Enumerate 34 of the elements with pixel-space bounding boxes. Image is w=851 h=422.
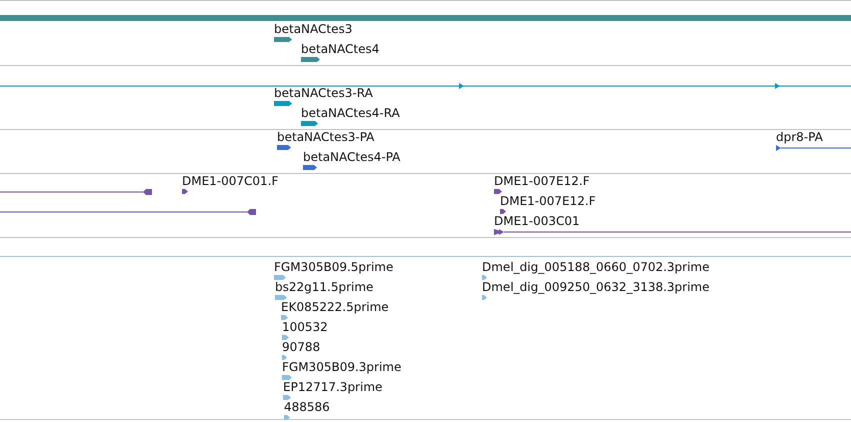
feature-label: betaNACtes3-RA: [274, 86, 373, 100]
feature-label: EK085222.5prime: [281, 300, 389, 314]
feature-arrow[interactable]: [274, 101, 292, 106]
feature-label: 488586: [284, 400, 330, 414]
feature-arrow[interactable]: [274, 37, 292, 42]
feature-arrow[interactable]: [277, 145, 291, 150]
feature-arrow[interactable]: [301, 121, 318, 126]
feature-arrow[interactable]: [494, 189, 502, 194]
feature-arrow[interactable]: [182, 189, 188, 194]
feature-label: 100532: [282, 320, 328, 334]
feature-label: betaNACtes4-RA: [301, 106, 400, 120]
feature-label: DME1-007E12.F: [500, 194, 596, 208]
feature-label: Dmel_dig_009250_0632_3138.3prime: [482, 280, 710, 294]
feature-label: FGM305B09.3prime: [282, 360, 402, 374]
feature-label: 90788: [282, 340, 320, 354]
feature-label: Dmel_dig_005188_0660_0702.3prime: [482, 260, 710, 274]
feature-label: betaNACtes3-PA: [277, 130, 374, 144]
feature-label: EP12717.3prime: [283, 380, 382, 394]
feature-label: betaNACtes4: [301, 42, 380, 56]
feature-arrow[interactable]: [303, 165, 317, 170]
feature-line[interactable]: [776, 145, 851, 151]
feature-arrow[interactable]: [301, 57, 320, 62]
feature-label: DME1-003C01: [494, 214, 580, 228]
feature-label: betaNACtes4-PA: [303, 150, 400, 164]
feature-label: DME1-007C01.F: [182, 174, 278, 188]
feature-arrow[interactable]: [500, 209, 506, 214]
feature-label: bs22g11.5prime: [275, 280, 374, 294]
feature-line[interactable]: [0, 189, 152, 195]
feature-label: dpr8-PA: [776, 130, 823, 144]
feature-line[interactable]: [494, 229, 851, 235]
feature-label: DME1-007E12.F: [494, 174, 590, 188]
feature-line[interactable]: [0, 209, 256, 215]
feature-label: betaNACtes3: [274, 22, 352, 36]
feature-label: FGM305B09.5prime: [274, 260, 394, 274]
